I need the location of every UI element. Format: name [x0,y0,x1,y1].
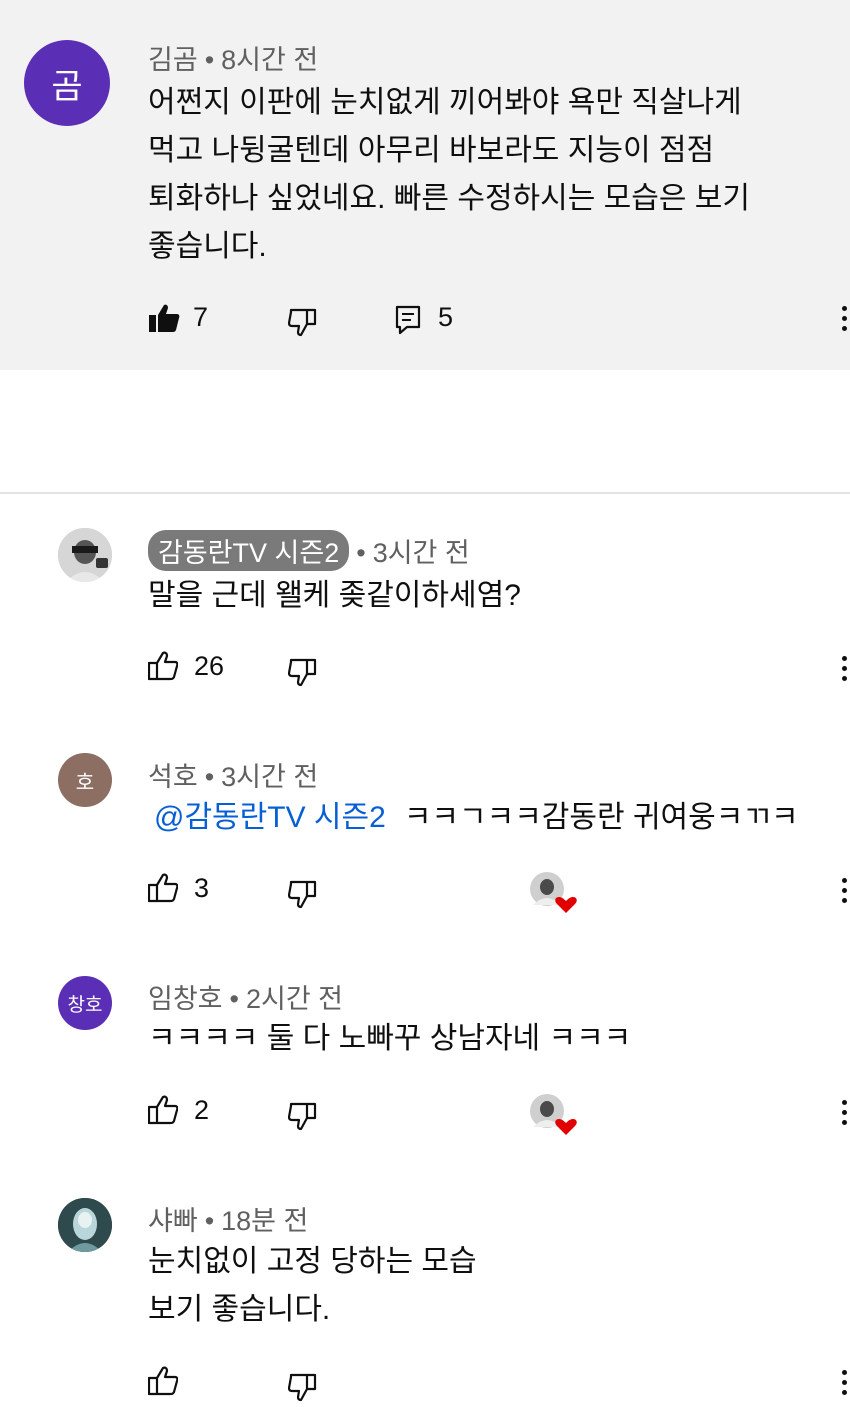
comment-text: 눈치없이 고정 당하는 모습 보기 좋습니다. [148,1238,477,1334]
like-icon[interactable] [148,651,178,681]
like-icon[interactable] [148,1095,178,1125]
more-options-icon[interactable] [841,656,849,686]
mention-link[interactable]: @감동란TV 시즌2 [154,801,386,834]
comment-line: 퇴화하나 싶었네요. 빠른 수정하시는 모습은 보기 [148,182,751,215]
like-count: 3 [194,873,210,903]
comment-line: 좋습니다. [148,230,267,263]
comment-text: ㅋㅋㅋㅋ 둘 다 노빠꾸 상남자네 ㅋㅋㅋ [148,1022,632,1055]
reply-icon[interactable] [395,305,421,335]
user-photo-icon [58,1198,112,1252]
separator: • [204,762,215,792]
separator: • [204,45,215,75]
author-name[interactable]: 김곰 [148,45,198,75]
like-count: 26 [194,651,225,681]
comment-meta: 임창호 • 2시간 전 [148,977,343,1016]
like-icon[interactable] [148,873,178,903]
timestamp: 8시간 전 [221,45,319,75]
like-count: 7 [193,302,209,332]
avatar[interactable]: 호 [58,753,112,807]
avatar[interactable]: 곰 [24,40,110,126]
avatar[interactable]: 창호 [58,976,112,1030]
comment-meta: 석호 • 3시간 전 [148,755,318,794]
avatar[interactable] [58,1198,112,1252]
dislike-icon[interactable] [288,1101,318,1131]
dislike-icon[interactable] [288,1372,318,1402]
creator-heart-icon [530,872,577,913]
comment-body: ㅋㅋㄱㅋㅋ감동란 귀여웅ㅋㄲㅋ [403,801,799,834]
more-options-icon[interactable] [841,1100,849,1130]
timestamp: 2시간 전 [245,984,344,1014]
dislike-icon[interactable] [288,657,318,687]
comment-line: 먹고 나뒹굴텐데 아무리 바보라도 지능이 점점 [148,134,715,167]
comment-text: 말을 근데 왤케 좆같이하세염? [148,579,521,612]
user-photo-icon [58,528,112,582]
like-filled-icon[interactable] [148,303,180,333]
comment-meta: 감동란TV 시즌2 • 3시간 전 [148,530,470,571]
like-icon[interactable] [148,1366,178,1396]
comment-line: 어쩐지 이판에 눈치없게 끼어봐야 욕만 직살나게 [148,86,742,119]
comment-meta: 샤빠 • 18분 전 [148,1199,308,1238]
timestamp: 3시간 전 [221,762,319,792]
comment-line: 눈치없이 고정 당하는 모습 [148,1245,477,1278]
comment-text: 어쩐지 이판에 눈치없게 끼어봐야 욕만 직살나게 먹고 나뒹굴텐데 아무리 바… [148,79,750,271]
separator: • [356,538,366,568]
comment-meta: 김곰 • 8시간 전 [148,38,318,77]
avatar[interactable] [58,528,112,582]
like-count: 2 [194,1095,210,1125]
comment-line: 보기 좋습니다. [148,1293,331,1326]
reply-count[interactable]: 5 [438,302,453,333]
divider [0,492,850,494]
creator-heart-icon [530,1094,577,1135]
more-options-icon[interactable] [841,1370,849,1400]
comment-text: @감동란TV 시즌2 ㅋㅋㄱㅋㅋ감동란 귀여웅ㅋㄲㅋ [154,794,799,842]
more-options-icon[interactable] [841,306,849,336]
dislike-icon[interactable] [288,307,318,337]
more-options-icon[interactable] [841,878,849,908]
dislike-icon[interactable] [288,879,318,909]
timestamp: 18분 전 [221,1206,309,1236]
author-name[interactable]: 석호 [148,762,198,792]
channel-owner-badge[interactable]: 감동란TV 시즌2 [148,530,350,571]
separator: • [204,1206,215,1236]
timestamp: 3시간 전 [372,538,470,568]
author-name[interactable]: 임창호 [148,984,223,1014]
author-name[interactable]: 샤빠 [148,1206,198,1236]
separator: • [229,984,239,1014]
